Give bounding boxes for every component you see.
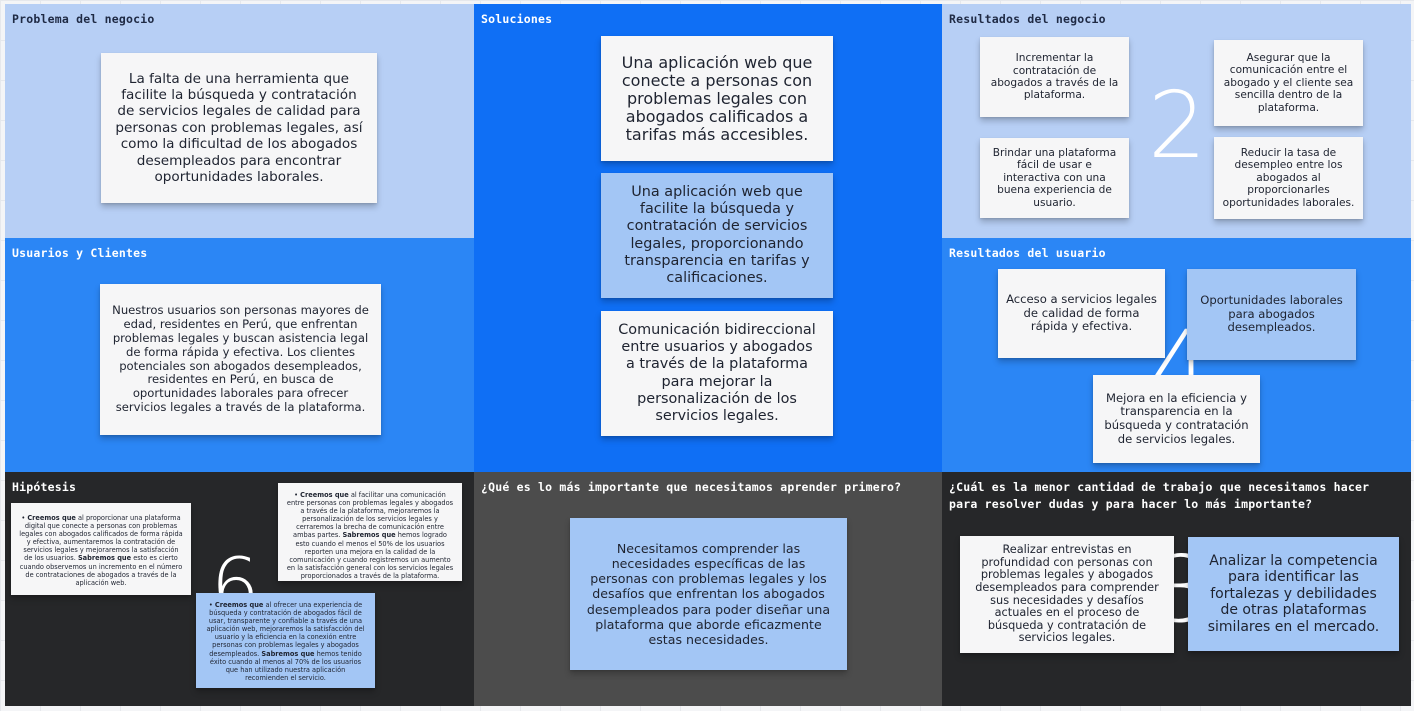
sticky-note-text: Oportunidades laborales para abogados de…: [1200, 293, 1343, 335]
lean-ux-canvas-board: Problema del negocio La falta de una her…: [5, 4, 1411, 706]
sticky-note-text: Reducir la tasa de desempleo entre los a…: [1222, 146, 1355, 209]
bold-lead: Creemos que: [300, 491, 349, 499]
step-number: 2: [1148, 72, 1207, 179]
sticky-note-hipotesis-2[interactable]: • Creemos que al facilitar una comunicac…: [278, 483, 462, 581]
sticky-note-resultado-negocio-2[interactable]: Asegurar que la comunicación entre el ab…: [1214, 40, 1363, 126]
panel-hipotesis[interactable]: Hipótesis 6 • Creemos que al proporciona…: [5, 472, 474, 706]
sticky-note-solucion-3[interactable]: Comunicación bidireccional entre usuario…: [601, 311, 833, 436]
panel-aprender-primero[interactable]: ¿Qué es lo más importante que necesitamo…: [474, 472, 942, 706]
sticky-note-text: Mejora en la eficiencia y transparencia …: [1104, 390, 1249, 446]
panel-problema-negocio[interactable]: Problema del negocio La falta de una her…: [5, 4, 474, 238]
bold-lead: Sabremos que: [261, 649, 315, 658]
panel-usuarios-clientes[interactable]: Usuarios y Clientes Nuestros usuarios so…: [5, 238, 474, 472]
sticky-note-resultado-usuario-2[interactable]: Oportunidades laborales para abogados de…: [1187, 269, 1356, 360]
panel-soluciones[interactable]: Soluciones Una aplicación web que conect…: [474, 4, 942, 472]
hipotesis-text: hemos logrado esto cuando el menos el 50…: [286, 531, 454, 580]
bold-lead: Creemos que: [27, 514, 76, 522]
sticky-note-solucion-2[interactable]: Una aplicación web que facilite la búsqu…: [601, 173, 833, 298]
sticky-note-text: Comunicación bidireccional entre usuario…: [618, 321, 816, 424]
sticky-note-text: Realizar entrevistas en profundidad con …: [975, 543, 1159, 645]
sticky-note-solucion-1[interactable]: Una aplicación web que conecte a persona…: [601, 36, 833, 161]
panel-title: ¿Cuál es la menor cantidad de trabajo qu…: [949, 480, 1370, 511]
bold-lead: Sabremos que: [77, 554, 132, 563]
sticky-note-menor-trabajo-1[interactable]: Realizar entrevistas en profundidad con …: [960, 536, 1174, 653]
sticky-note-text: Una aplicación web que facilite la búsqu…: [624, 183, 810, 286]
panel-title: Usuarios y Clientes: [12, 246, 148, 260]
panel-resultados-negocio[interactable]: Resultados del negocio 2 Incrementar la …: [942, 4, 1411, 238]
sticky-note-resultado-negocio-1[interactable]: Incrementar la contratación de abogados …: [980, 37, 1129, 117]
sticky-note-menor-trabajo-2[interactable]: Analizar la competencia para identificar…: [1188, 537, 1399, 651]
panel-title: Resultados del usuario: [949, 246, 1106, 260]
panel-title: Resultados del negocio: [949, 12, 1106, 26]
panel-title: Hipótesis: [12, 480, 77, 494]
sticky-note-text: Nuestros usuarios son personas mayores d…: [112, 302, 369, 415]
bold-lead: Sabremos que: [342, 531, 396, 540]
sticky-note-aprender[interactable]: Necesitamos comprender las necesidades e…: [570, 518, 847, 670]
sticky-note-resultado-usuario-1[interactable]: Acceso a servicios legales de calidad de…: [998, 269, 1165, 358]
sticky-note-text: Una aplicación web que conecte a persona…: [621, 52, 813, 144]
sticky-note-text: La falta de una herramienta que facilite…: [115, 70, 363, 186]
sticky-note-text: Analizar la competencia para identificar…: [1207, 552, 1380, 635]
panel-title: Problema del negocio: [12, 12, 155, 26]
sticky-note-hipotesis-1[interactable]: • Creemos que al proporcionar una plataf…: [11, 503, 191, 595]
sticky-note-text: Asegurar que la comunicación entre el ab…: [1223, 51, 1354, 114]
sticky-note-text: Necesitamos comprender las necesidades e…: [586, 540, 831, 647]
sticky-note-text: Acceso a servicios legales de calidad de…: [1006, 292, 1157, 334]
panel-menor-trabajo[interactable]: ¿Cuál es la menor cantidad de trabajo qu…: [942, 472, 1411, 706]
sticky-note-usuarios[interactable]: Nuestros usuarios son personas mayores d…: [100, 284, 381, 435]
bold-lead: Creemos que: [214, 601, 264, 609]
sticky-note-hipotesis-3[interactable]: • Creemos que al ofrecer una experiencia…: [196, 593, 375, 688]
panel-resultados-usuario[interactable]: Resultados del usuario 4 Acceso a servic…: [942, 238, 1411, 472]
sticky-note-resultado-negocio-3[interactable]: Brindar una plataforma fácil de usar e i…: [980, 138, 1129, 218]
sticky-note-text: Brindar una plataforma fácil de usar e i…: [992, 146, 1117, 209]
sticky-note-text: Incrementar la contratación de abogados …: [990, 52, 1119, 102]
panel-title: ¿Qué es lo más importante que necesitamo…: [481, 480, 902, 494]
sticky-note-resultado-usuario-3[interactable]: Mejora en la eficiencia y transparencia …: [1093, 375, 1260, 463]
sticky-note-resultado-negocio-4[interactable]: Reducir la tasa de desempleo entre los a…: [1214, 137, 1363, 219]
sticky-note-problema[interactable]: La falta de una herramienta que facilite…: [101, 53, 377, 203]
panel-title: Soluciones: [481, 12, 553, 26]
